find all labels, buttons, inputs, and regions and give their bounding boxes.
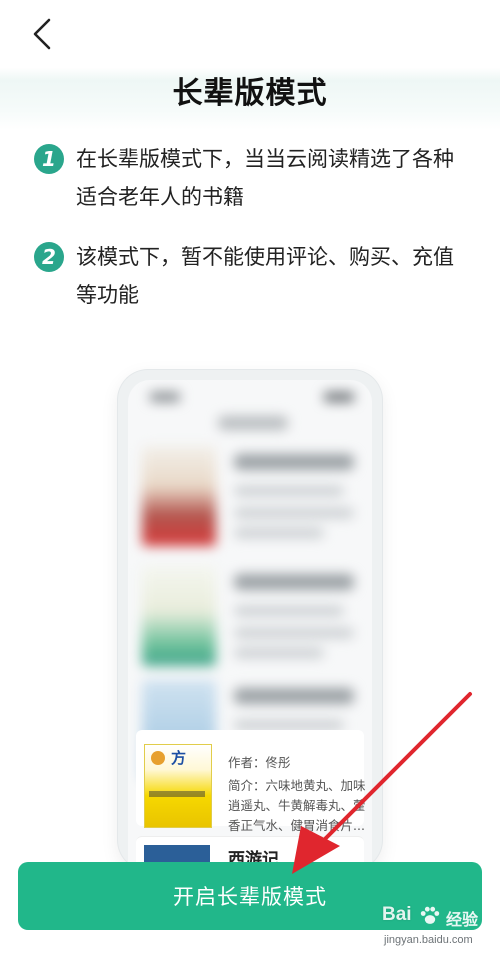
blurred-line	[234, 606, 344, 616]
cover-decoration	[149, 791, 205, 797]
feature-text-1: 在长辈版模式下，当当云阅读精选了各种适合老年人的书籍	[76, 147, 454, 209]
phone-screen: 方 作者：佟彤 简介：六味地黄丸、加味逍遥丸、牛黄解毒丸、藿香正气水、健胃消食片…	[128, 380, 372, 870]
book-list-item[interactable]: 方 作者：佟彤 简介：六味地黄丸、加味逍遥丸、牛黄解毒丸、藿香正气水、健胃消食片…	[136, 730, 366, 833]
feature-item-2: 2 该模式下，暂不能使用评论、购买、充值等功能	[34, 238, 474, 314]
blurred-line	[234, 528, 324, 538]
paw-icon	[420, 906, 440, 924]
blurred-book-row	[142, 566, 362, 666]
cover-title: 方	[171, 749, 187, 767]
book-intro: 简介：六味地黄丸、加味逍遥丸、牛黄解毒丸、藿香正气水、健胃消食片...	[228, 778, 366, 833]
blurred-book-list	[128, 380, 372, 780]
watermark-brand: Bai	[382, 904, 412, 925]
blurred-line	[234, 628, 354, 638]
status-bar-battery	[324, 392, 354, 402]
blurred-line	[234, 720, 344, 730]
number-badge-2: 2	[34, 242, 64, 272]
watermark-product: 经验	[446, 910, 479, 929]
blurred-line	[234, 648, 324, 658]
status-bar-signal	[150, 392, 180, 402]
phone-preview: 方 作者：佟彤 简介：六味地黄丸、加味逍遥丸、牛黄解毒丸、藿香正气水、健胃消食片…	[118, 370, 382, 870]
blurred-title	[234, 454, 354, 470]
feature-item-1: 1 在长辈版模式下，当当云阅读精选了各种适合老年人的书籍	[34, 140, 474, 216]
feature-text-2: 该模式下，暂不能使用评论、购买、充值等功能	[76, 245, 454, 307]
chevron-left-icon	[33, 18, 51, 50]
page-title: 长辈版模式	[172, 76, 328, 111]
blurred-cover	[142, 446, 216, 546]
blurred-book-row	[142, 446, 362, 546]
blurred-line	[234, 508, 354, 518]
book-author: 作者：佟彤	[228, 755, 291, 770]
blurred-title	[234, 688, 354, 704]
number-badge-1: 1	[34, 144, 64, 174]
book-cover: 方	[144, 744, 212, 828]
blurred-line	[234, 486, 344, 496]
blurred-title	[234, 574, 354, 590]
baidu-jingyan-watermark: Bai 经验 jingyan.baidu.com	[380, 902, 492, 954]
blurred-header	[218, 416, 288, 430]
watermark-url: jingyan.baidu.com	[384, 934, 473, 946]
blurred-cover	[142, 566, 216, 666]
cover-decoration	[151, 751, 165, 765]
back-button[interactable]	[20, 12, 64, 56]
